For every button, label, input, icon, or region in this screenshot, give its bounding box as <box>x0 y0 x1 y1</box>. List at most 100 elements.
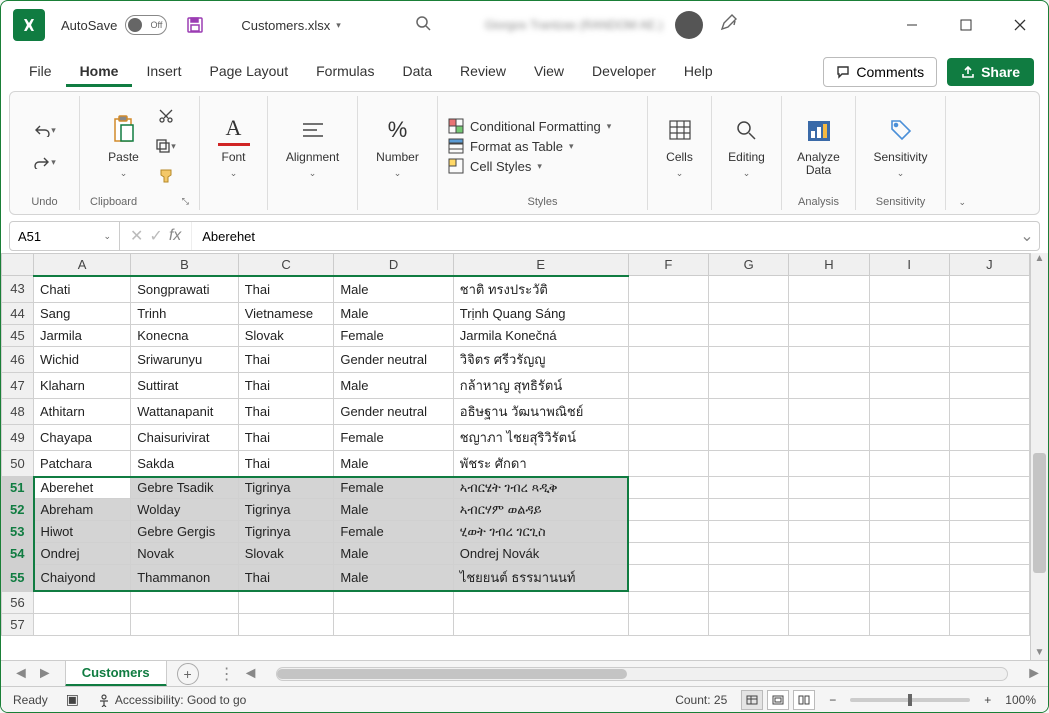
cell[interactable]: ኣብርሄት ገብረ ጻዲቅ <box>453 477 628 499</box>
sheet-nav-prev[interactable]: ◄ <box>13 665 29 683</box>
cell[interactable] <box>238 613 334 635</box>
column-header[interactable]: A <box>34 254 131 276</box>
cell[interactable] <box>708 276 788 303</box>
cell[interactable] <box>869 543 949 565</box>
column-header[interactable]: D <box>334 254 453 276</box>
sheet-tab-customers[interactable]: Customers <box>65 660 167 687</box>
row-header[interactable]: 57 <box>2 613 34 635</box>
cell[interactable] <box>949 398 1029 424</box>
column-header[interactable]: I <box>869 254 949 276</box>
cell[interactable] <box>869 324 949 346</box>
cell[interactable] <box>949 499 1029 521</box>
sheet-nav-next[interactable]: ► <box>37 665 53 683</box>
column-header[interactable]: B <box>131 254 239 276</box>
cell[interactable] <box>949 477 1029 499</box>
cell[interactable] <box>708 543 788 565</box>
cell[interactable] <box>708 521 788 543</box>
add-sheet-button[interactable]: + <box>177 663 199 685</box>
row-header[interactable]: 52 <box>2 499 34 521</box>
cell[interactable]: Gender neutral <box>334 398 453 424</box>
cell[interactable] <box>628 276 708 303</box>
cell[interactable]: Female <box>334 521 453 543</box>
cell[interactable] <box>628 565 708 592</box>
name-box[interactable]: A51 ⌄ <box>10 222 120 250</box>
cell[interactable] <box>628 372 708 398</box>
share-button[interactable]: Share <box>947 58 1034 86</box>
format-as-table-button[interactable]: Format as Table▾ <box>448 138 574 154</box>
cell[interactable]: Jarmila <box>34 324 131 346</box>
cell[interactable] <box>708 565 788 592</box>
cell[interactable]: ชญาภา ไชยสุริวิรัตน์ <box>453 424 628 450</box>
cell[interactable]: Jarmila Konečná <box>453 324 628 346</box>
cell[interactable] <box>949 565 1029 592</box>
column-header[interactable]: E <box>453 254 628 276</box>
save-icon[interactable] <box>181 11 209 39</box>
cell[interactable]: Chaiyond <box>34 565 131 592</box>
row-header[interactable]: 43 <box>2 276 34 303</box>
cell[interactable] <box>869 565 949 592</box>
tab-developer[interactable]: Developer <box>578 55 670 87</box>
cell[interactable] <box>628 302 708 324</box>
cell[interactable] <box>949 450 1029 477</box>
cell[interactable]: ชาติ ทรงประวัติ <box>453 276 628 303</box>
cell[interactable]: Sang <box>34 302 131 324</box>
cell[interactable] <box>949 372 1029 398</box>
cell[interactable]: Female <box>334 424 453 450</box>
tab-data[interactable]: Data <box>388 55 446 87</box>
cell[interactable]: Tigrinya <box>238 477 334 499</box>
row-header[interactable]: 56 <box>2 591 34 613</box>
cell[interactable] <box>238 591 334 613</box>
cell[interactable] <box>789 302 869 324</box>
cell[interactable] <box>949 302 1029 324</box>
cell[interactable] <box>708 450 788 477</box>
cell[interactable] <box>789 450 869 477</box>
cell[interactable]: Thai <box>238 346 334 372</box>
cell[interactable] <box>453 591 628 613</box>
cell[interactable]: Thai <box>238 276 334 303</box>
cell[interactable] <box>628 398 708 424</box>
spreadsheet-grid[interactable]: ABCDEFGHIJ43ChatiSongprawatiThaiMaleชาติ… <box>1 253 1030 636</box>
cell[interactable] <box>869 499 949 521</box>
row-header[interactable]: 50 <box>2 450 34 477</box>
cell[interactable] <box>708 398 788 424</box>
cell[interactable] <box>949 613 1029 635</box>
cell[interactable] <box>949 591 1029 613</box>
cell[interactable]: Wichid <box>34 346 131 372</box>
cell[interactable] <box>628 324 708 346</box>
row-header[interactable]: 48 <box>2 398 34 424</box>
cell[interactable] <box>949 324 1029 346</box>
cells-dropdown[interactable]: Cells⌄ <box>658 112 702 181</box>
cell[interactable]: อธิษฐาน วัฒนาพณิชย์ <box>453 398 628 424</box>
cell[interactable]: ኣብርሃም ወልዳይ <box>453 499 628 521</box>
cell[interactable]: Male <box>334 450 453 477</box>
cancel-formula-icon[interactable]: ✕ <box>130 226 143 246</box>
search-icon[interactable] <box>415 15 431 36</box>
conditional-formatting-button[interactable]: Conditional Formatting▾ <box>448 118 611 134</box>
cell[interactable]: Male <box>334 302 453 324</box>
cell-styles-button[interactable]: Cell Styles▾ <box>448 158 542 174</box>
macro-recorder-icon[interactable]: ▣ <box>66 691 79 708</box>
cell[interactable]: Ondrej Novák <box>453 543 628 565</box>
clipboard-dialog-launcher[interactable]: ⤡ <box>182 196 189 208</box>
cell[interactable]: Thai <box>238 450 334 477</box>
cell[interactable] <box>628 591 708 613</box>
cell[interactable]: Chayapa <box>34 424 131 450</box>
cell[interactable] <box>869 398 949 424</box>
cell[interactable]: Male <box>334 372 453 398</box>
zoom-slider[interactable] <box>850 698 970 702</box>
cell[interactable] <box>708 324 788 346</box>
cell[interactable] <box>628 613 708 635</box>
tab-view[interactable]: View <box>520 55 578 87</box>
cell[interactable] <box>628 477 708 499</box>
cell[interactable] <box>628 499 708 521</box>
cell[interactable]: Gebre Gergis <box>131 521 239 543</box>
redo-button[interactable]: ▾ <box>33 150 56 174</box>
cell[interactable] <box>949 543 1029 565</box>
editing-mode-icon[interactable] <box>719 14 737 37</box>
cell[interactable] <box>628 521 708 543</box>
column-header[interactable]: C <box>238 254 334 276</box>
cell[interactable] <box>334 591 453 613</box>
tab-review[interactable]: Review <box>446 55 520 87</box>
tab-home[interactable]: Home <box>66 55 133 87</box>
cell[interactable]: Chati <box>34 276 131 303</box>
